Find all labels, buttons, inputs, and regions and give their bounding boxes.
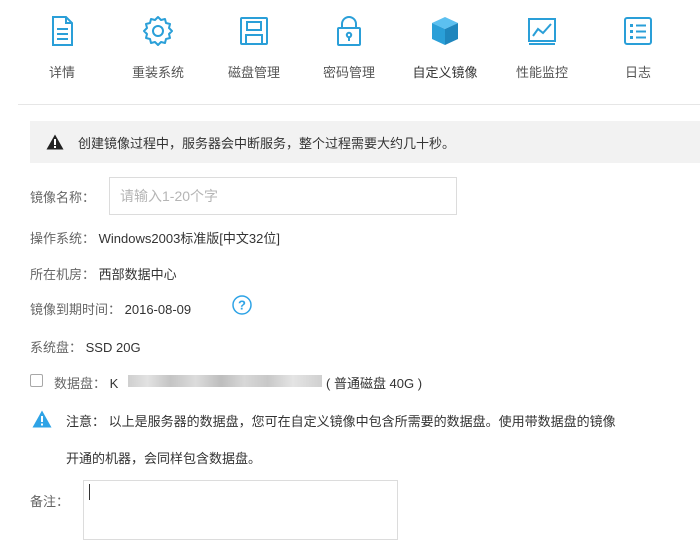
expiry-label: 镜像到期时间：	[30, 302, 122, 317]
datacenter-row: 所在机房： 西部数据中心	[30, 264, 177, 283]
note-text-2: 开通的机器，会同样包含数据盘。	[66, 451, 262, 466]
data-disk-detail: ( 普通磁盘 40G )	[326, 376, 423, 391]
data-disk-detail-row: ( 普通磁盘 40G )	[326, 373, 422, 392]
datacenter-label: 所在机房：	[30, 267, 96, 282]
system-disk-value: SSD 20G	[85, 340, 141, 355]
note-text-1: 以上是服务器的数据盘，您可在自定义镜像中包含所需要的数据盘。使用带数据盘的镜像	[108, 414, 616, 429]
remark-row: 备注：	[30, 491, 69, 510]
svg-text:?: ?	[238, 298, 246, 313]
tab-details-label: 详情	[48, 65, 75, 80]
data-disk-label: 数据盘：	[54, 376, 107, 391]
note-line-2: 开通的机器，会同样包含数据盘。	[66, 448, 261, 467]
datacenter-value: 西部数据中心	[98, 267, 177, 282]
tab-performance-label: 性能监控	[515, 65, 568, 80]
gear-icon	[143, 16, 173, 46]
info-warning-icon	[32, 410, 52, 428]
tab-password-label: 密码管理	[322, 65, 375, 80]
data-disk-row: 数据盘： K	[54, 373, 118, 392]
list-icon	[624, 17, 652, 45]
expiry-row: 镜像到期时间： 2016-08-09	[30, 299, 191, 318]
system-disk-label: 系统盘：	[30, 340, 83, 355]
tab-details[interactable]: 详情	[17, 14, 107, 81]
tab-reinstall-system[interactable]: 重装系统	[113, 14, 203, 81]
tab-performance-monitor[interactable]: 性能监控	[497, 14, 587, 81]
tab-logs[interactable]: 日志	[593, 14, 683, 81]
warning-banner: 创建镜像过程中，服务器会中断服务，整个过程需要大约几十秒。	[30, 121, 700, 163]
warning-icon	[46, 134, 64, 150]
tab-reinstall-label: 重装系统	[131, 65, 184, 80]
os-value: Windows2003标准版[中文32位]	[98, 231, 280, 246]
lock-icon	[337, 16, 361, 46]
image-name-row: 镜像名称：	[30, 187, 95, 206]
tab-disk-management[interactable]: 磁盘管理	[209, 14, 299, 81]
text-caret	[89, 484, 90, 500]
disk-icon	[240, 17, 268, 45]
action-toolbar: 详情 重装系统 磁盘管理 密码管理 自定义镜像 性能监控 日志	[0, 0, 700, 104]
data-disk-checkbox[interactable]	[30, 374, 43, 387]
note-line-1: 注意： 以上是服务器的数据盘，您可在自定义镜像中包含所需要的数据盘。使用带数据盘…	[66, 411, 616, 430]
image-name-input[interactable]	[109, 177, 457, 215]
tab-logs-label: 日志	[624, 65, 651, 80]
tab-custom-image-label: 自定义镜像	[412, 65, 478, 80]
system-disk-row: 系统盘： SSD 20G	[30, 337, 141, 356]
toolbar-divider	[18, 104, 700, 105]
question-icon[interactable]: ?	[232, 295, 252, 315]
image-name-label: 镜像名称：	[30, 190, 96, 205]
note-label: 注意：	[66, 414, 106, 429]
tab-password-management[interactable]: 密码管理	[304, 14, 394, 81]
remark-textarea[interactable]	[83, 480, 398, 540]
os-row: 操作系统： Windows2003标准版[中文32位]	[30, 228, 280, 247]
data-disk-id: K	[109, 376, 119, 391]
expiry-value: 2016-08-09	[124, 302, 192, 317]
tab-custom-image[interactable]: 自定义镜像	[400, 14, 490, 81]
remark-label: 备注：	[30, 494, 70, 509]
document-icon	[52, 16, 73, 46]
chart-monitor-icon	[528, 18, 556, 45]
os-label: 操作系统：	[30, 231, 96, 246]
cube-icon	[432, 17, 458, 45]
warning-text: 创建镜像过程中，服务器会中断服务，整个过程需要大约几十秒。	[78, 136, 456, 151]
redacted-disk-id	[128, 375, 322, 387]
tab-disk-label: 磁盘管理	[227, 65, 280, 80]
